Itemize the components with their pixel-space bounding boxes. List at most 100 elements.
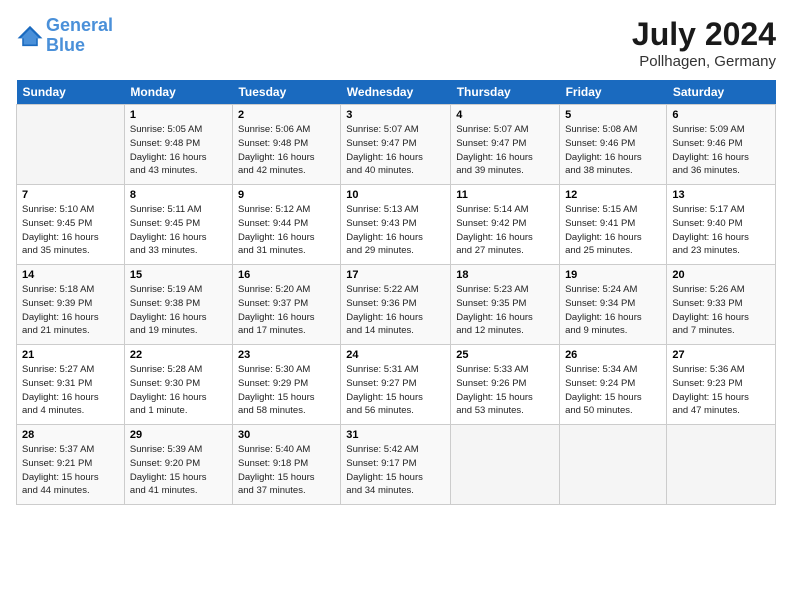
- day-info: Sunrise: 5:36 AM Sunset: 9:23 PM Dayligh…: [672, 363, 770, 418]
- day-number: 21: [22, 349, 119, 361]
- day-header-wednesday: Wednesday: [341, 80, 451, 105]
- day-info: Sunrise: 5:08 AM Sunset: 9:46 PM Dayligh…: [565, 123, 661, 178]
- calendar-cell: 12 Sunrise: 5:15 AM Sunset: 9:41 PM Dayli…: [560, 185, 667, 265]
- day-header-monday: Monday: [124, 80, 232, 105]
- day-info: Sunrise: 5:40 AM Sunset: 9:18 PM Dayligh…: [238, 443, 335, 498]
- day-info: Sunrise: 5:30 AM Sunset: 9:29 PM Dayligh…: [238, 363, 335, 418]
- calendar-cell: 17 Sunrise: 5:22 AM Sunset: 9:36 PM Dayli…: [341, 265, 451, 345]
- logo-text: General Blue: [46, 16, 113, 56]
- title-block: July 2024 Pollhagen, Germany: [632, 16, 776, 70]
- day-number: 17: [346, 269, 445, 281]
- day-info: Sunrise: 5:24 AM Sunset: 9:34 PM Dayligh…: [565, 283, 661, 338]
- day-number: 18: [456, 269, 554, 281]
- day-info: Sunrise: 5:07 AM Sunset: 9:47 PM Dayligh…: [456, 123, 554, 178]
- calendar-cell: 7Sunrise: 5:10 AM Sunset: 9:45 PM Daylig…: [17, 185, 125, 265]
- calendar-cell: 29 Sunrise: 5:39 AM Sunset: 9:20 PM Dayli…: [124, 425, 232, 505]
- header-row: SundayMondayTuesdayWednesdayThursdayFrid…: [17, 80, 776, 105]
- calendar-cell: 24 Sunrise: 5:31 AM Sunset: 9:27 PM Dayli…: [341, 345, 451, 425]
- day-info: Sunrise: 5:33 AM Sunset: 9:26 PM Dayligh…: [456, 363, 554, 418]
- calendar-cell: 3 Sunrise: 5:07 AM Sunset: 9:47 PM Daylig…: [341, 105, 451, 185]
- day-number: 4: [456, 109, 554, 121]
- day-header-tuesday: Tuesday: [232, 80, 340, 105]
- calendar-cell: 16 Sunrise: 5:20 AM Sunset: 9:37 PM Dayli…: [232, 265, 340, 345]
- header: General Blue July 2024 Pollhagen, German…: [16, 16, 776, 70]
- calendar-cell: 15 Sunrise: 5:19 AM Sunset: 9:38 PM Dayli…: [124, 265, 232, 345]
- day-number: 15: [130, 269, 227, 281]
- calendar-cell: 2Sunrise: 5:06 AM Sunset: 9:48 PM Daylig…: [232, 105, 340, 185]
- day-info: Sunrise: 5:17 AM Sunset: 9:40 PM Dayligh…: [672, 203, 770, 258]
- calendar-cell: 18 Sunrise: 5:23 AM Sunset: 9:35 PM Dayli…: [451, 265, 560, 345]
- page-container: General Blue July 2024 Pollhagen, German…: [0, 0, 792, 513]
- calendar-cell: 22 Sunrise: 5:28 AM Sunset: 9:30 PM Dayli…: [124, 345, 232, 425]
- week-row-3: 14 Sunrise: 5:18 AM Sunset: 9:39 PM Dayli…: [17, 265, 776, 345]
- calendar-cell: 8 Sunrise: 5:11 AM Sunset: 9:45 PM Daylig…: [124, 185, 232, 265]
- day-number: 14: [22, 269, 119, 281]
- calendar-cell: [667, 425, 776, 505]
- day-info: Sunrise: 5:39 AM Sunset: 9:20 PM Dayligh…: [130, 443, 227, 498]
- day-number: 8: [130, 189, 227, 201]
- day-number: 6: [672, 109, 770, 121]
- day-info: Sunrise: 5:22 AM Sunset: 9:36 PM Dayligh…: [346, 283, 445, 338]
- week-row-5: 28Sunrise: 5:37 AM Sunset: 9:21 PM Dayli…: [17, 425, 776, 505]
- calendar-cell: 14 Sunrise: 5:18 AM Sunset: 9:39 PM Dayli…: [17, 265, 125, 345]
- day-number: 25: [456, 349, 554, 361]
- day-number: 12: [565, 189, 661, 201]
- calendar-table: SundayMondayTuesdayWednesdayThursdayFrid…: [16, 80, 776, 505]
- location-subtitle: Pollhagen, Germany: [632, 53, 776, 70]
- day-header-sunday: Sunday: [17, 80, 125, 105]
- week-row-2: 7Sunrise: 5:10 AM Sunset: 9:45 PM Daylig…: [17, 185, 776, 265]
- day-info: Sunrise: 5:20 AM Sunset: 9:37 PM Dayligh…: [238, 283, 335, 338]
- day-info: Sunrise: 5:07 AM Sunset: 9:47 PM Dayligh…: [346, 123, 445, 178]
- day-info: Sunrise: 5:18 AM Sunset: 9:39 PM Dayligh…: [22, 283, 119, 338]
- day-number: 7: [22, 189, 119, 201]
- day-number: 10: [346, 189, 445, 201]
- day-header-friday: Friday: [560, 80, 667, 105]
- day-info: Sunrise: 5:09 AM Sunset: 9:46 PM Dayligh…: [672, 123, 770, 178]
- day-number: 28: [22, 429, 119, 441]
- calendar-cell: 10 Sunrise: 5:13 AM Sunset: 9:43 PM Dayli…: [341, 185, 451, 265]
- day-info: Sunrise: 5:23 AM Sunset: 9:35 PM Dayligh…: [456, 283, 554, 338]
- calendar-cell: 19Sunrise: 5:24 AM Sunset: 9:34 PM Dayli…: [560, 265, 667, 345]
- calendar-cell: 5 Sunrise: 5:08 AM Sunset: 9:46 PM Daylig…: [560, 105, 667, 185]
- day-info: Sunrise: 5:15 AM Sunset: 9:41 PM Dayligh…: [565, 203, 661, 258]
- calendar-cell: 1Sunrise: 5:05 AM Sunset: 9:48 PM Daylig…: [124, 105, 232, 185]
- day-number: 9: [238, 189, 335, 201]
- day-header-thursday: Thursday: [451, 80, 560, 105]
- day-number: 3: [346, 109, 445, 121]
- day-info: Sunrise: 5:06 AM Sunset: 9:48 PM Dayligh…: [238, 123, 335, 178]
- day-number: 5: [565, 109, 661, 121]
- week-row-4: 21Sunrise: 5:27 AM Sunset: 9:31 PM Dayli…: [17, 345, 776, 425]
- calendar-cell: 11Sunrise: 5:14 AM Sunset: 9:42 PM Dayli…: [451, 185, 560, 265]
- day-info: Sunrise: 5:19 AM Sunset: 9:38 PM Dayligh…: [130, 283, 227, 338]
- day-info: Sunrise: 5:31 AM Sunset: 9:27 PM Dayligh…: [346, 363, 445, 418]
- calendar-cell: 13Sunrise: 5:17 AM Sunset: 9:40 PM Dayli…: [667, 185, 776, 265]
- calendar-cell: [451, 425, 560, 505]
- calendar-cell: 28Sunrise: 5:37 AM Sunset: 9:21 PM Dayli…: [17, 425, 125, 505]
- day-number: 27: [672, 349, 770, 361]
- day-number: 29: [130, 429, 227, 441]
- day-number: 24: [346, 349, 445, 361]
- day-number: 11: [456, 189, 554, 201]
- day-info: Sunrise: 5:12 AM Sunset: 9:44 PM Dayligh…: [238, 203, 335, 258]
- calendar-cell: 25 Sunrise: 5:33 AM Sunset: 9:26 PM Dayli…: [451, 345, 560, 425]
- day-info: Sunrise: 5:13 AM Sunset: 9:43 PM Dayligh…: [346, 203, 445, 258]
- day-info: Sunrise: 5:28 AM Sunset: 9:30 PM Dayligh…: [130, 363, 227, 418]
- day-info: Sunrise: 5:42 AM Sunset: 9:17 PM Dayligh…: [346, 443, 445, 498]
- calendar-cell: 21Sunrise: 5:27 AM Sunset: 9:31 PM Dayli…: [17, 345, 125, 425]
- logo-icon: [16, 24, 44, 48]
- day-header-saturday: Saturday: [667, 80, 776, 105]
- day-number: 30: [238, 429, 335, 441]
- calendar-cell: 27 Sunrise: 5:36 AM Sunset: 9:23 PM Dayli…: [667, 345, 776, 425]
- day-info: Sunrise: 5:11 AM Sunset: 9:45 PM Dayligh…: [130, 203, 227, 258]
- day-number: 16: [238, 269, 335, 281]
- calendar-cell: [560, 425, 667, 505]
- calendar-cell: 23Sunrise: 5:30 AM Sunset: 9:29 PM Dayli…: [232, 345, 340, 425]
- day-number: 26: [565, 349, 661, 361]
- calendar-cell: 31Sunrise: 5:42 AM Sunset: 9:17 PM Dayli…: [341, 425, 451, 505]
- day-number: 20: [672, 269, 770, 281]
- calendar-cell: 26Sunrise: 5:34 AM Sunset: 9:24 PM Dayli…: [560, 345, 667, 425]
- calendar-cell: [17, 105, 125, 185]
- day-number: 1: [130, 109, 227, 121]
- day-number: 22: [130, 349, 227, 361]
- logo: General Blue: [16, 16, 113, 56]
